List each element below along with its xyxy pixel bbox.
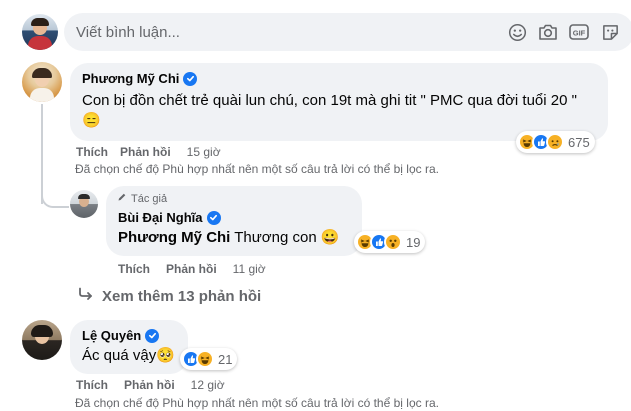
thread-connector bbox=[41, 104, 69, 204]
view-more-replies[interactable]: Xem thêm 13 phản hồi bbox=[78, 287, 261, 305]
like-button[interactable]: Thích bbox=[118, 262, 150, 276]
reply-button[interactable]: Phản hồi bbox=[166, 262, 217, 276]
wow-reaction-icon bbox=[384, 233, 402, 251]
comment-author[interactable]: Phương Mỹ Chi bbox=[82, 71, 179, 86]
verified-badge-icon bbox=[183, 71, 198, 86]
reply-author-avatar[interactable] bbox=[70, 190, 98, 218]
gif-icon[interactable]: GIF bbox=[569, 22, 589, 42]
mention-link[interactable]: Phương Mỹ Chi bbox=[118, 229, 230, 246]
reply-arrow-icon bbox=[78, 287, 94, 305]
reaction-summary[interactable]: 21 bbox=[180, 348, 238, 370]
reaction-summary[interactable]: 675 bbox=[516, 131, 595, 153]
comment-text: Con bị đồn chết trẻ quài lun chú, con 19… bbox=[82, 92, 577, 129]
like-button[interactable]: Thích bbox=[76, 145, 108, 159]
reply-actions: Thích Phản hồi 11 giờ bbox=[118, 262, 266, 276]
emoji-icon[interactable] bbox=[507, 22, 527, 42]
comment-timestamp[interactable]: 12 giờ bbox=[191, 378, 225, 392]
reaction-count: 675 bbox=[568, 134, 590, 150]
camera-icon[interactable] bbox=[538, 22, 558, 42]
view-more-replies-label[interactable]: Xem thêm 13 phản hồi bbox=[102, 288, 261, 305]
comment-composer[interactable]: GIF bbox=[64, 13, 631, 51]
reply-timestamp[interactable]: 11 giờ bbox=[233, 262, 266, 276]
reply-bubble: Tác giả Bùi Đại Nghĩa Phương Mỹ Chi Thươ… bbox=[106, 186, 362, 256]
comment-bubble: Lệ Quyên Ác quá vậy🥺 bbox=[70, 320, 188, 374]
svg-text:GIF: GIF bbox=[573, 29, 586, 38]
comment-text: Ác quá vậy🥺 bbox=[82, 347, 175, 364]
verified-badge-icon bbox=[145, 328, 160, 343]
reaction-count: 19 bbox=[406, 234, 421, 250]
filter-note: Đã chọn chế độ Phù hợp nhất nên một số c… bbox=[75, 396, 439, 410]
reply-author[interactable]: Bùi Đại Nghĩa bbox=[118, 210, 203, 225]
reply-button[interactable]: Phản hồi bbox=[120, 145, 171, 159]
sticker-icon[interactable] bbox=[600, 22, 620, 42]
author-badge: Tác giả bbox=[131, 192, 168, 205]
commenter-avatar[interactable] bbox=[22, 62, 62, 102]
sad-reaction-icon bbox=[546, 133, 564, 151]
verified-badge-icon bbox=[206, 210, 221, 225]
commenter-avatar[interactable] bbox=[22, 320, 62, 360]
reply-button[interactable]: Phản hồi bbox=[124, 378, 175, 392]
haha-reaction-icon bbox=[196, 350, 214, 368]
reaction-summary[interactable]: 19 bbox=[354, 231, 426, 253]
current-user-avatar[interactable] bbox=[22, 14, 58, 50]
comment-input[interactable] bbox=[76, 13, 496, 51]
comment-timestamp[interactable]: 15 giờ bbox=[187, 145, 221, 159]
comment-actions: Thích Phản hồi 12 giờ bbox=[76, 378, 225, 392]
reply-text: Thương con 😀 bbox=[234, 229, 340, 246]
comment-bubble: Phương Mỹ Chi Con bị đồn chết trẻ quài l… bbox=[70, 63, 608, 141]
like-button[interactable]: Thích bbox=[76, 378, 108, 392]
filter-note: Đã chọn chế độ Phù hợp nhất nên một số c… bbox=[75, 162, 439, 176]
comment-actions: Thích Phản hồi 15 giờ bbox=[76, 145, 221, 159]
reaction-count: 21 bbox=[218, 351, 233, 367]
comment-author[interactable]: Lệ Quyên bbox=[82, 328, 141, 343]
thread-connector bbox=[41, 190, 69, 208]
pencil-icon bbox=[117, 192, 127, 205]
